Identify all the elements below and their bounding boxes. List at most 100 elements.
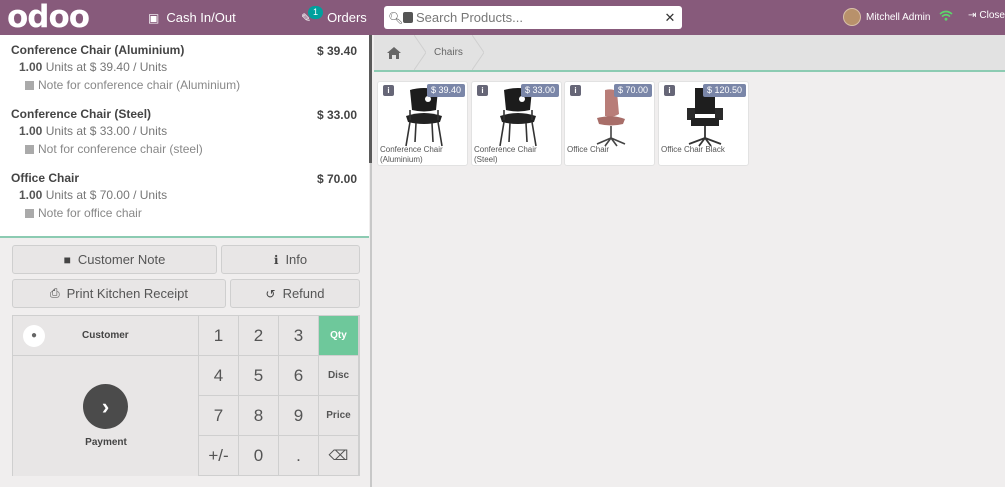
info-label: Info xyxy=(285,252,308,267)
order-line-price: $ 39.40 xyxy=(316,44,357,58)
order-line-qty: 1.00 xyxy=(19,124,43,138)
print-kitchen-receipt-button[interactable]: ⎙ Print Kitchen Receipt xyxy=(12,279,226,308)
order-line-info: 1.00 Units at $ 33.00 / Units xyxy=(11,124,358,138)
numpad-key-4[interactable]: 4 xyxy=(199,356,239,396)
user-icon: ● xyxy=(23,324,45,347)
order-line-note-text: Note for office chair xyxy=(38,206,142,220)
orders-count-badge: 1 xyxy=(308,6,323,19)
payment-button[interactable]: › Payment xyxy=(13,356,199,476)
numpad-key-plus-minus[interactable]: +/- xyxy=(199,436,239,476)
print-kitchen-receipt-label: Print Kitchen Receipt xyxy=(66,286,188,301)
product-card[interactable]: i $ 120.50 Office Chair Black xyxy=(658,81,749,166)
top-bar: odoo ▣ Cash In/Out ✎ 1 Orders 🔍︎ ✕ Mitch… xyxy=(0,0,1005,35)
user-name: Mitchell Admin xyxy=(866,11,931,23)
product-name: Conference Chair (Aluminium) xyxy=(380,145,443,164)
numpad-key-5[interactable]: 5 xyxy=(239,356,279,396)
close-button[interactable]: ⇥ Close xyxy=(968,10,1005,21)
search-icon: 🔍︎ xyxy=(388,10,404,25)
product-info-icon[interactable]: i xyxy=(664,85,675,96)
orders-button[interactable]: ✎ 1 Orders xyxy=(301,0,367,35)
order-line[interactable]: Conference Chair (Steel) $ 33.00 1.00 Un… xyxy=(0,99,369,163)
order-line-note-text: Not for conference chair (steel) xyxy=(38,142,203,156)
product-card[interactable]: i $ 39.40 Conference Chair (Aluminium) xyxy=(377,81,468,166)
database-icon xyxy=(403,12,413,23)
numpad-key-9[interactable]: 9 xyxy=(279,396,319,436)
divider xyxy=(0,236,369,238)
product-card[interactable]: i $ 33.00 Conference Chair (Steel) xyxy=(471,81,562,166)
backspace-icon[interactable]: ⌫ xyxy=(319,436,359,476)
customer-note-label: Customer Note xyxy=(77,252,166,267)
numpad-key-2[interactable]: 2 xyxy=(239,316,279,356)
order-line-unit-info: Units at $ 33.00 / Units xyxy=(45,124,168,138)
home-icon[interactable] xyxy=(374,35,414,70)
cash-in-out-label: Cash In/Out xyxy=(166,10,236,25)
breadcrumb-chairs[interactable]: Chairs xyxy=(434,35,463,70)
numpad-key-8[interactable]: 8 xyxy=(239,396,279,436)
product-search-box: 🔍︎ ✕ xyxy=(384,6,682,29)
order-line-note: Note for conference chair (Aluminium) xyxy=(11,78,358,92)
refund-button[interactable]: ↺ Refund xyxy=(230,279,360,308)
numpad-key-6[interactable]: 6 xyxy=(279,356,319,396)
customer-label: Customer xyxy=(82,330,129,341)
sign-out-icon: ⇥ xyxy=(968,10,977,21)
product-info-icon[interactable]: i xyxy=(477,85,488,96)
product-name: Office Chair xyxy=(567,145,610,154)
qty-mode-button[interactable]: Qty xyxy=(319,316,359,356)
product-price-tag: $ 33.00 xyxy=(520,84,559,97)
breadcrumb-separator-icon xyxy=(472,35,484,70)
product-info-icon[interactable]: i xyxy=(383,85,394,96)
numpad-key-7[interactable]: 7 xyxy=(199,396,239,436)
order-line[interactable]: Conference Chair (Aluminium) $ 39.40 1.0… xyxy=(0,35,369,99)
numpad-key-0[interactable]: 0 xyxy=(239,436,279,476)
order-line-unit-info: Units at $ 70.00 / Units xyxy=(45,188,168,202)
numpad-key-3[interactable]: 3 xyxy=(279,316,319,356)
order-line-name: Conference Chair (Aluminium) xyxy=(11,43,185,57)
disc-mode-button[interactable]: Disc xyxy=(319,356,359,396)
undo-icon: ↺ xyxy=(265,286,276,301)
clear-search-icon[interactable]: ✕ xyxy=(658,10,682,26)
chevron-right-icon: › xyxy=(83,384,128,429)
order-line-note: Not for conference chair (steel) xyxy=(11,142,358,156)
numpad-key-1[interactable]: 1 xyxy=(199,316,239,356)
numpad-key-dot[interactable]: . xyxy=(279,436,319,476)
note-icon xyxy=(25,80,34,90)
order-line-info: 1.00 Units at $ 70.00 / Units xyxy=(11,188,358,202)
money-icon: ▣ xyxy=(148,10,160,25)
close-label: Close xyxy=(979,10,1005,21)
order-line-note: Note for office chair xyxy=(11,206,358,220)
user-info[interactable]: Mitchell Admin xyxy=(843,8,930,26)
order-line-qty: 1.00 xyxy=(19,60,43,74)
order-line[interactable]: Office Chair $ 70.00 1.00 Units at $ 70.… xyxy=(0,163,369,227)
payment-label: Payment xyxy=(85,437,127,448)
customer-note-button[interactable]: ■ Customer Note xyxy=(12,245,217,274)
product-price-tag: $ 39.40 xyxy=(426,84,465,97)
cash-in-out-button[interactable]: ▣ Cash In/Out xyxy=(148,0,236,35)
order-list-scrollbar[interactable] xyxy=(369,35,372,163)
wifi-icon xyxy=(939,9,953,24)
product-card[interactable]: i $ 70.00 Office Chair xyxy=(564,81,655,166)
order-line-name: Conference Chair (Steel) xyxy=(11,107,152,121)
order-line-name: Office Chair xyxy=(11,171,80,185)
product-info-icon[interactable]: i xyxy=(570,85,581,96)
breadcrumb-separator-icon xyxy=(414,35,426,70)
customer-button[interactable]: ● Customer xyxy=(13,316,199,356)
orders-label: Orders xyxy=(327,10,367,25)
order-lines-list: Conference Chair (Aluminium) $ 39.40 1.0… xyxy=(0,35,369,237)
product-price-tag: $ 70.00 xyxy=(613,84,652,97)
order-line-note-text: Note for conference chair (Aluminium) xyxy=(38,78,241,92)
sticky-note-icon: ■ xyxy=(63,252,71,267)
order-line-qty: 1.00 xyxy=(19,188,43,202)
product-name: Office Chair Black xyxy=(661,145,725,154)
search-input[interactable] xyxy=(416,7,658,28)
info-button[interactable]: ℹ Info xyxy=(221,245,360,274)
price-mode-button[interactable]: Price xyxy=(319,396,359,436)
info-icon: ℹ xyxy=(273,252,279,267)
order-line-unit-info: Units at $ 39.40 / Units xyxy=(45,60,168,74)
user-avatar xyxy=(843,8,861,26)
product-name: Conference Chair (Steel) xyxy=(474,145,537,164)
breadcrumb: Chairs xyxy=(374,35,1005,72)
note-icon xyxy=(25,208,34,218)
product-price-tag: $ 120.50 xyxy=(702,84,746,97)
refund-label: Refund xyxy=(282,286,325,301)
note-icon xyxy=(25,144,34,154)
